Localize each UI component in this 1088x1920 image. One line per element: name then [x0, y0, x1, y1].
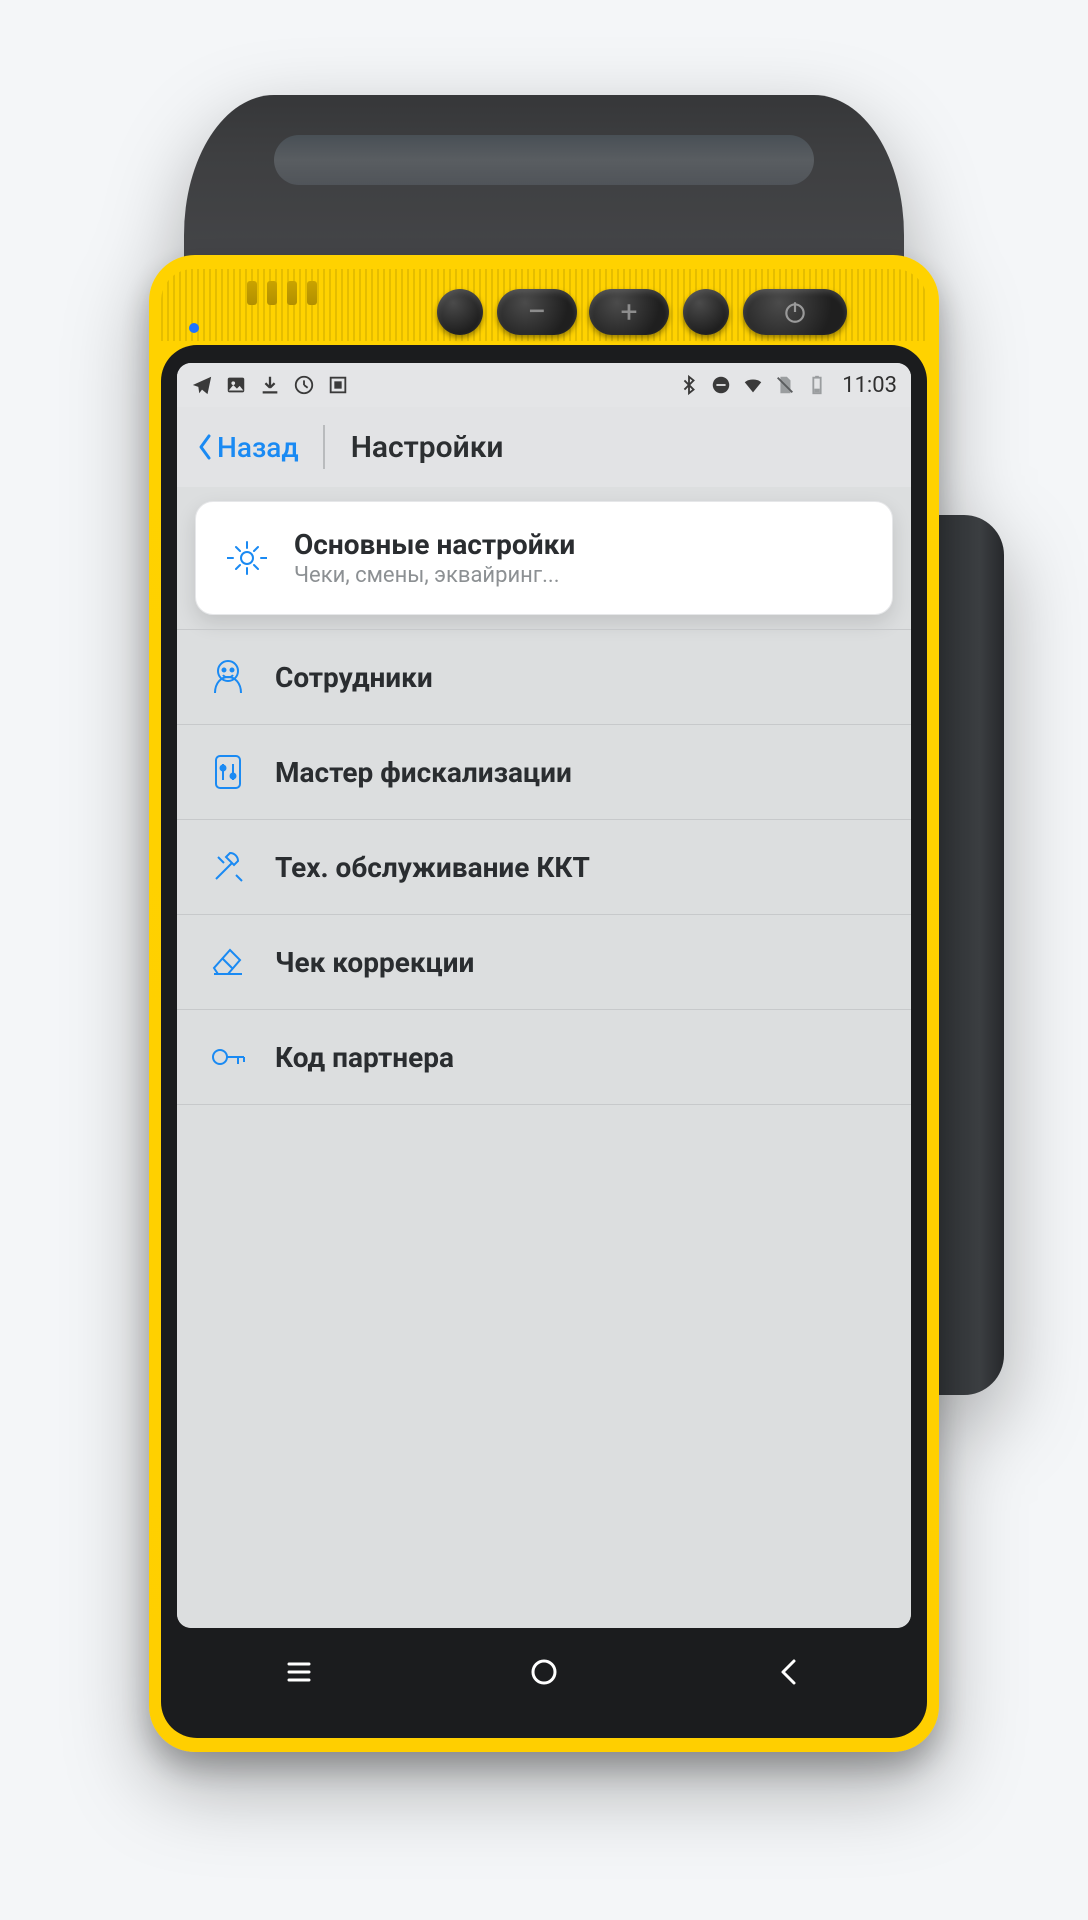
settings-item-fiscal-wizard[interactable]: Мастер фискализации: [177, 724, 911, 819]
tools-icon: [207, 846, 249, 888]
indicator-leds: [247, 281, 317, 305]
menu-icon: [281, 1654, 317, 1690]
settings-item-title: Сотрудники: [275, 661, 433, 694]
hardware-plus-button[interactable]: +: [589, 289, 669, 335]
download-icon: [259, 374, 281, 396]
battery-icon: [806, 374, 828, 396]
status-led: [189, 323, 199, 333]
settings-item-employees[interactable]: Сотрудники: [177, 629, 911, 724]
screen-bezel: 11:03 Назад Настройки: [161, 345, 927, 1738]
settings-item-partner-code[interactable]: Код партнера: [177, 1009, 911, 1105]
circle-icon: [526, 1654, 562, 1690]
page-title: Настройки: [351, 430, 504, 465]
hardware-power-button[interactable]: [743, 289, 847, 335]
status-clock: 11:03: [842, 373, 897, 398]
back-button[interactable]: Назад: [197, 431, 323, 464]
nav-recent-button[interactable]: [281, 1654, 317, 1694]
pos-device: − +: [114, 95, 974, 1752]
app-header: Назад Настройки: [177, 407, 911, 487]
hardware-round-button-1[interactable]: [437, 289, 483, 335]
nav-home-button[interactable]: [526, 1654, 562, 1694]
hardware-minus-button[interactable]: −: [497, 289, 577, 335]
chevron-left-icon: [197, 433, 213, 461]
eraser-icon: [207, 941, 249, 983]
android-status-bar: 11:03: [177, 363, 911, 407]
device-top-panel: − +: [161, 269, 927, 341]
nav-back-button[interactable]: [771, 1654, 807, 1694]
no-sim-icon: [774, 374, 796, 396]
square-icon: [327, 374, 349, 396]
power-icon: [782, 299, 808, 325]
settings-list: Основные настройки Чеки, смены, эквайрин…: [177, 487, 911, 1628]
android-nav-bar: [177, 1628, 911, 1720]
settings-item-correction-receipt[interactable]: Чек коррекции: [177, 914, 911, 1009]
settings-item-title: Тех. обслуживание ККТ: [275, 851, 590, 884]
settings-item-title: Мастер фискализации: [275, 756, 572, 789]
page-frame: − +: [24, 35, 1064, 1885]
device-body: − +: [149, 255, 939, 1752]
wifi-icon: [742, 374, 764, 396]
user-smile-icon: [207, 656, 249, 698]
header-separator: [323, 425, 325, 469]
telegram-icon: [191, 374, 213, 396]
back-label: Назад: [217, 431, 299, 464]
key-icon: [207, 1036, 249, 1078]
plus-icon: +: [620, 295, 637, 330]
hardware-round-button-2[interactable]: [683, 289, 729, 335]
settings-item-title: Основные настройки: [294, 528, 575, 561]
settings-item-subtitle: Чеки, смены, эквайринг...: [294, 563, 575, 588]
settings-item-title: Чек коррекции: [275, 946, 474, 979]
clock-icon: [293, 374, 315, 396]
gear-icon: [226, 537, 268, 579]
touchscreen: 11:03 Назад Настройки: [177, 363, 911, 1628]
sliders-icon: [207, 751, 249, 793]
bluetooth-icon: [678, 374, 700, 396]
dnd-icon: [710, 374, 732, 396]
gallery-icon: [225, 374, 247, 396]
settings-item-main[interactable]: Основные настройки Чеки, смены, эквайрин…: [195, 501, 893, 615]
settings-item-maintenance[interactable]: Тех. обслуживание ККТ: [177, 819, 911, 914]
minus-icon: −: [527, 292, 546, 332]
chevron-left-icon: [771, 1654, 807, 1690]
settings-item-title: Код партнера: [275, 1041, 454, 1074]
